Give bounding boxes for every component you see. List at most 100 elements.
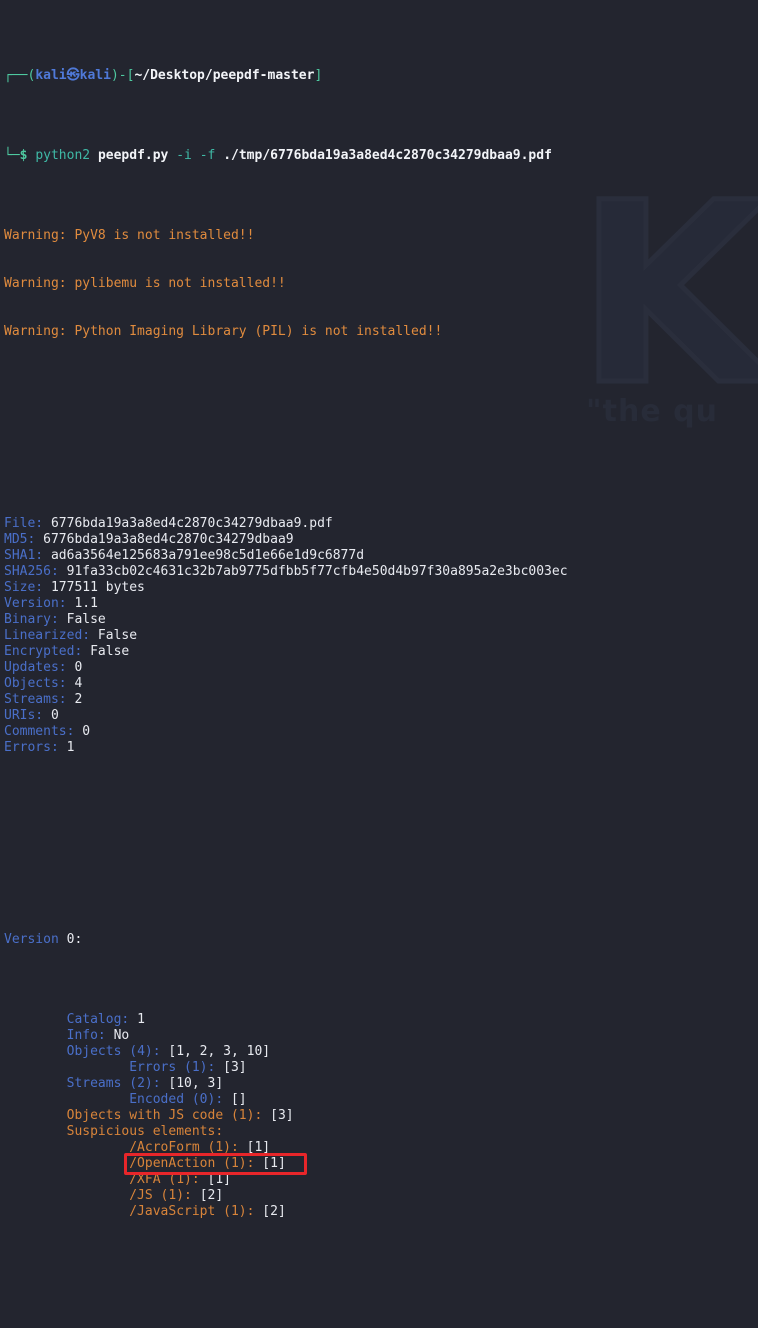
version-detail-row: Objects with JS code (1): [3] — [4, 1108, 758, 1124]
file-info-label: MD5: — [4, 532, 36, 547]
file-info-value: 0 — [82, 724, 91, 739]
version-detail-value: [3] — [223, 1060, 247, 1075]
file-info-value: 1.1 — [74, 596, 98, 611]
version-detail-value: [1] — [246, 1140, 271, 1155]
version-detail-label: /XFA (1): — [129, 1172, 200, 1187]
version-detail-row: /JavaScript (1): [2] — [4, 1204, 758, 1220]
warning-message: Warning: Python Imaging Library (PIL) is… — [4, 324, 443, 339]
file-info-value: False — [90, 644, 130, 659]
prompt-host: kali — [79, 68, 111, 83]
version-detail-row: Errors (1): [3] — [4, 1060, 758, 1076]
version-detail-value: [10, 3] — [168, 1076, 224, 1091]
file-info-row: Version: 1.1 — [4, 596, 758, 612]
version-detail-label: /JavaScript (1): — [129, 1204, 255, 1219]
version-detail-label: Suspicious elements: — [66, 1124, 224, 1139]
version-detail-row: Info: No — [4, 1028, 758, 1044]
file-info-label: Errors: — [4, 740, 59, 755]
command-interpreter: python2 — [35, 148, 91, 163]
file-info-label: SHA1: — [4, 548, 44, 563]
command-flag-i: -i — [176, 148, 192, 163]
file-info-value: False — [66, 612, 106, 627]
file-info-label: Linearized: — [4, 628, 91, 643]
file-info-row: URIs: 0 — [4, 708, 758, 724]
version-detail-row: /OpenAction (1): [1] — [4, 1156, 758, 1172]
version-detail-row: /XFA (1): [1] — [4, 1172, 758, 1188]
file-info-value: ad6a3564e125683a791ee98c5d1e66e1d9c6877d — [50, 548, 365, 563]
version-detail-row: Catalog: 1 — [4, 1012, 758, 1028]
file-info-row: Linearized: False — [4, 628, 758, 644]
prompt-at-icon: ㉿ — [66, 68, 80, 83]
file-info-label: URIs: — [4, 708, 44, 723]
file-info-value: 0 — [74, 660, 83, 675]
file-info-value: 91fa33cb02c4631c32b7ab9775dfbb5f77cfb4e5… — [66, 564, 568, 579]
file-info-row: Binary: False — [4, 612, 758, 628]
pdf-version-details-block: Catalog: 1 Info: No Objects (4): [1, 2, … — [4, 1012, 758, 1220]
version-detail-value: [1] — [207, 1172, 231, 1187]
pdf-file-info-block: File: 6776bda19a3a8ed4c2870c34279dbaa9.p… — [4, 516, 758, 756]
file-info-label: Binary: — [4, 612, 59, 627]
file-info-value: 4 — [74, 676, 83, 691]
file-info-row: Streams: 2 — [4, 692, 758, 708]
version-detail-value: No — [113, 1028, 130, 1043]
file-info-value: 0 — [50, 708, 59, 723]
version-header-value: 0: — [66, 932, 83, 947]
command-flag-f: -f — [199, 148, 216, 163]
version-detail-label: Errors (1): — [129, 1060, 216, 1075]
file-info-row: File: 6776bda19a3a8ed4c2870c34279dbaa9.p… — [4, 516, 758, 532]
version-detail-row: Objects (4): [1, 2, 3, 10] — [4, 1044, 758, 1060]
command-script: peepdf.py — [97, 148, 169, 163]
prompt-corner-top: ┌──( — [4, 68, 36, 83]
prompt-bracket-close: ] — [314, 68, 323, 83]
file-info-label: Streams: — [4, 692, 67, 707]
terminal-output[interactable]: ┌──(kali㉿kali)-[~/Desktop/peepdf-master]… — [0, 0, 758, 1328]
shell-prompt-line-1: ┌──(kali㉿kali)-[~/Desktop/peepdf-master] — [4, 68, 758, 84]
version-detail-label: /OpenAction (1): — [129, 1156, 255, 1171]
version-header: Version 0: — [4, 932, 758, 948]
file-info-row: Size: 177511 bytes — [4, 580, 758, 596]
version-detail-value: [] — [230, 1092, 247, 1107]
version-detail-label: /AcroForm (1): — [129, 1140, 239, 1155]
file-info-row: Comments: 0 — [4, 724, 758, 740]
version-detail-row: Suspicious elements: — [4, 1124, 758, 1140]
file-info-label: SHA256: — [4, 564, 59, 579]
version-detail-value: [1, 2, 3, 10] — [168, 1044, 271, 1059]
warning-message: Warning: PyV8 is not installed!! — [4, 228, 255, 243]
version-detail-label: Catalog: — [66, 1012, 130, 1027]
file-info-label: Updates: — [4, 660, 67, 675]
version-detail-value: [2] — [262, 1204, 286, 1219]
version-detail-label: /JS (1): — [129, 1188, 192, 1203]
file-info-value: 1 — [66, 740, 75, 755]
prompt-paren-close: )-[ — [110, 68, 135, 83]
version-detail-row: /JS (1): [2] — [4, 1188, 758, 1204]
file-info-row: Objects: 4 — [4, 676, 758, 692]
version-detail-value: 1 — [137, 1012, 145, 1027]
shell-command-line: └─$ python2 peepdf.py -i -f ./tmp/6776bd… — [4, 148, 758, 164]
file-info-label: File: — [4, 516, 44, 531]
version-header-label: Version — [4, 932, 59, 947]
file-info-row: SHA1: ad6a3564e125683a791ee98c5d1e66e1d9… — [4, 548, 758, 564]
file-info-value: 6776bda19a3a8ed4c2870c34279dbaa9 — [43, 532, 294, 547]
file-info-value: 177511 bytes — [50, 580, 145, 595]
file-info-label: Encrypted: — [4, 644, 83, 659]
command-target-path: ./tmp/6776bda19a3a8ed4c2870c34279dbaa9.p… — [223, 148, 552, 163]
warning-message: Warning: pylibemu is not installed!! — [4, 276, 286, 291]
prompt-working-directory: ~/Desktop/peepdf-master — [134, 68, 315, 83]
version-detail-value: [2] — [199, 1188, 224, 1203]
file-info-row: Encrypted: False — [4, 644, 758, 660]
file-info-label: Version: — [4, 596, 67, 611]
file-info-label: Objects: — [4, 676, 67, 691]
